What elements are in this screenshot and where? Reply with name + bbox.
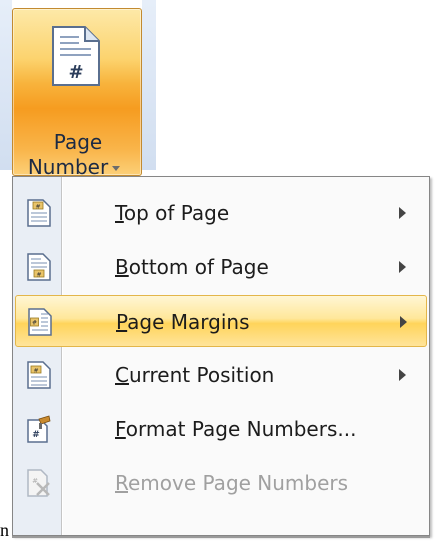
submenu-arrow-icon xyxy=(399,369,406,381)
ribbon-background-right xyxy=(142,0,156,170)
menu-item-format-page-numbers[interactable]: # Format Page Numbers... xyxy=(15,403,427,455)
submenu-arrow-icon xyxy=(400,316,407,328)
current-position-icon: # xyxy=(27,361,51,389)
svg-text:#: # xyxy=(35,204,40,211)
ribbon-background xyxy=(0,0,12,170)
page-number-document-icon: # xyxy=(52,26,100,86)
menu-item-bottom-of-page[interactable]: # Bottom of Page xyxy=(15,241,427,293)
menu-item-top-of-page[interactable]: # Top of Page xyxy=(15,187,427,239)
page-margins-icon: # xyxy=(28,308,52,336)
svg-text:#: # xyxy=(32,430,40,440)
svg-text:#: # xyxy=(32,320,37,327)
submenu-arrow-icon xyxy=(399,261,406,273)
menu-item-label: Page Margins xyxy=(116,310,250,334)
remove-page-numbers-icon: # xyxy=(27,469,50,497)
menu-item-label: Top of Page xyxy=(115,201,230,225)
menu-item-label: Bottom of Page xyxy=(115,255,269,279)
page-number-label-line1: Page xyxy=(53,130,103,154)
menu-item-label: Remove Page Numbers xyxy=(115,471,349,495)
menu-item-current-position[interactable]: # Current Position xyxy=(15,349,427,401)
bottom-of-page-icon: # xyxy=(27,253,51,281)
stray-text: n xyxy=(0,520,9,540)
svg-text:#: # xyxy=(33,368,38,375)
page-number-menu: # Top of Page # Bottom of Page # Page Ma… xyxy=(12,176,430,536)
svg-text:#: # xyxy=(68,62,83,83)
format-page-numbers-icon: # xyxy=(27,415,51,443)
page-number-label-line2: Number xyxy=(9,156,139,178)
top-of-page-icon: # xyxy=(27,199,51,227)
chevron-down-icon xyxy=(112,166,121,171)
submenu-arrow-icon xyxy=(399,207,406,219)
menu-item-label: Format Page Numbers... xyxy=(115,417,357,441)
svg-text:#: # xyxy=(36,272,41,279)
menu-item-label: Current Position xyxy=(115,363,275,387)
page-number-button[interactable]: # Page Number xyxy=(9,8,142,178)
menu-item-page-margins[interactable]: # Page Margins xyxy=(15,295,427,347)
menu-item-remove-page-numbers[interactable]: # Remove Page Numbers xyxy=(15,457,427,509)
divider-line xyxy=(12,536,430,538)
